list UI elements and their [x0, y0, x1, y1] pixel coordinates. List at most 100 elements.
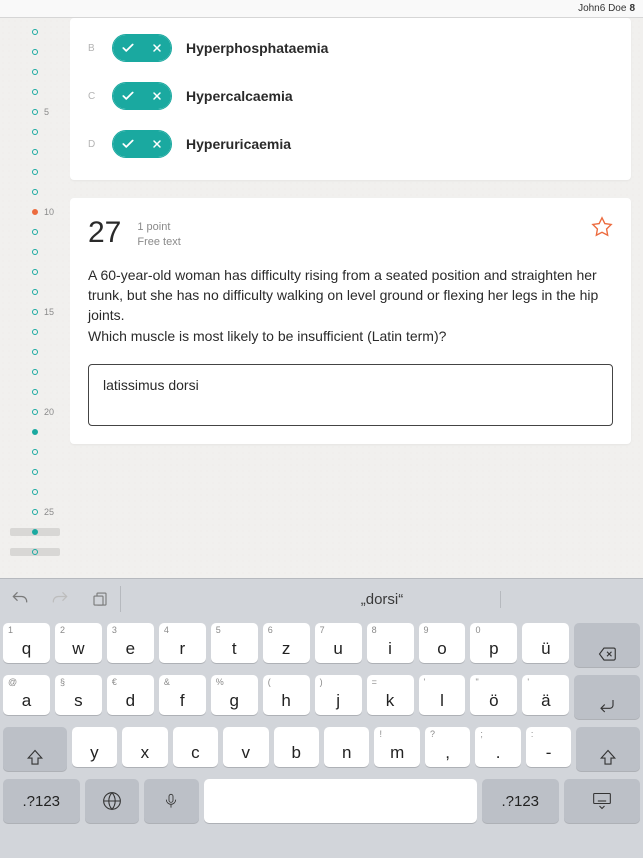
key-main-label: x — [141, 743, 150, 763]
question-text: A 60-year-old woman has difficulty risin… — [88, 265, 613, 346]
backspace-key[interactable] — [574, 623, 640, 667]
key-s[interactable]: §s — [55, 675, 102, 715]
key-alt-label: § — [60, 677, 65, 687]
suggestion-center[interactable]: „dorsi“ — [264, 591, 501, 608]
progress-dot[interactable] — [10, 428, 60, 436]
answer-toggle[interactable] — [112, 34, 172, 62]
key-main-label: o — [437, 639, 446, 659]
dot-icon — [32, 329, 38, 335]
key-o[interactable]: 9o — [419, 623, 466, 663]
progress-dot[interactable] — [10, 48, 60, 56]
return-key[interactable] — [574, 675, 640, 719]
answer-toggle[interactable] — [112, 130, 172, 158]
dot-label: 15 — [44, 307, 54, 317]
progress-dot[interactable]: 25 — [10, 508, 60, 516]
key-n[interactable]: n — [324, 727, 369, 767]
key-t[interactable]: 5t — [211, 623, 258, 663]
key-ö[interactable]: "ö — [470, 675, 517, 715]
key-main-label: ä — [541, 691, 550, 711]
symbols-key[interactable]: .?123 — [3, 779, 80, 823]
key--[interactable]: :- — [526, 727, 571, 767]
key-alt-label: 0 — [475, 625, 480, 635]
progress-dot[interactable] — [10, 28, 60, 36]
key-,[interactable]: ?, — [425, 727, 470, 767]
check-icon[interactable] — [113, 35, 142, 61]
key-h[interactable]: (h — [263, 675, 310, 715]
progress-dot[interactable] — [10, 368, 60, 376]
shift-key[interactable] — [576, 727, 640, 771]
key-c[interactable]: c — [173, 727, 218, 767]
key-b[interactable]: b — [274, 727, 319, 767]
key-main-label: ü — [541, 639, 550, 659]
key-a[interactable]: @a — [3, 675, 50, 715]
progress-dot[interactable]: 5 — [10, 108, 60, 116]
progress-dot[interactable] — [10, 528, 60, 536]
progress-dot[interactable] — [10, 68, 60, 76]
key-m[interactable]: !m — [374, 727, 419, 767]
answer-input[interactable]: latissimus dorsi — [88, 364, 613, 426]
undo-button[interactable] — [0, 579, 40, 619]
cross-icon[interactable] — [142, 35, 171, 61]
progress-dot[interactable] — [10, 328, 60, 336]
key-alt-label: ? — [430, 729, 435, 739]
key-q[interactable]: 1q — [3, 623, 50, 663]
key-e[interactable]: 3e — [107, 623, 154, 663]
key-k[interactable]: =k — [367, 675, 414, 715]
progress-dot[interactable]: 20 — [10, 408, 60, 416]
progress-dot[interactable] — [10, 188, 60, 196]
progress-dot[interactable] — [10, 488, 60, 496]
space-key[interactable] — [204, 779, 477, 823]
key-r[interactable]: 4r — [159, 623, 206, 663]
key-y[interactable]: y — [72, 727, 117, 767]
shift-key[interactable] — [3, 727, 67, 771]
mic-key[interactable] — [144, 779, 199, 823]
key-l[interactable]: 'l — [419, 675, 466, 715]
key-p[interactable]: 0p — [470, 623, 517, 663]
key-.[interactable]: ;. — [475, 727, 520, 767]
progress-dot[interactable] — [10, 468, 60, 476]
progress-dot[interactable] — [10, 448, 60, 456]
progress-dot[interactable] — [10, 548, 60, 556]
progress-dot[interactable] — [10, 268, 60, 276]
key-z[interactable]: 6z — [263, 623, 310, 663]
check-icon[interactable] — [113, 131, 142, 157]
key-i[interactable]: 8i — [367, 623, 414, 663]
progress-dot[interactable] — [10, 148, 60, 156]
globe-key[interactable] — [85, 779, 140, 823]
key-f[interactable]: &f — [159, 675, 206, 715]
cross-icon[interactable] — [142, 83, 171, 109]
progress-dot[interactable] — [10, 348, 60, 356]
symbols-key[interactable]: .?123 — [482, 779, 559, 823]
clipboard-button[interactable] — [80, 579, 120, 619]
key-v[interactable]: v — [223, 727, 268, 767]
progress-dot[interactable] — [10, 168, 60, 176]
dot-icon — [32, 229, 38, 235]
key-x[interactable]: x — [122, 727, 167, 767]
progress-dot[interactable]: 10 — [10, 208, 60, 216]
dot-icon — [32, 429, 38, 435]
key-j[interactable]: )j — [315, 675, 362, 715]
key-ü[interactable]: ü — [522, 623, 569, 663]
progress-dot[interactable] — [10, 88, 60, 96]
progress-dot[interactable] — [10, 388, 60, 396]
divider — [120, 586, 121, 612]
key-d[interactable]: €d — [107, 675, 154, 715]
dot-icon — [32, 209, 38, 215]
key-main-label: h — [281, 691, 290, 711]
hide-keyboard-key[interactable] — [564, 779, 641, 823]
key-ä[interactable]: 'ä — [522, 675, 569, 715]
key-w[interactable]: 2w — [55, 623, 102, 663]
cross-icon[interactable] — [142, 131, 171, 157]
progress-dot[interactable] — [10, 228, 60, 236]
key-u[interactable]: 7u — [315, 623, 362, 663]
favorite-button[interactable] — [591, 216, 613, 243]
progress-dot[interactable] — [10, 128, 60, 136]
answer-toggle[interactable] — [112, 82, 172, 110]
redo-button[interactable] — [40, 579, 80, 619]
key-g[interactable]: %g — [211, 675, 258, 715]
progress-dot[interactable] — [10, 248, 60, 256]
progress-dot[interactable] — [10, 288, 60, 296]
check-icon[interactable] — [113, 83, 142, 109]
progress-dot[interactable]: 15 — [10, 308, 60, 316]
key-alt-label: 7 — [320, 625, 325, 635]
